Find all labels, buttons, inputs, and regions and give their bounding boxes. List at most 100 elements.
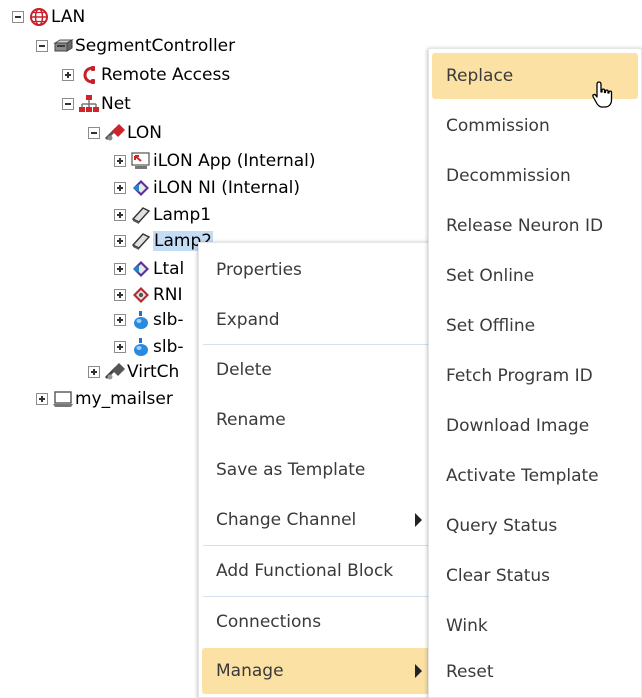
menu-item-label: Delete — [216, 360, 272, 380]
menu-separator — [203, 545, 429, 546]
expand-toggle[interactable] — [114, 341, 126, 353]
menu-item-label: Clear Status — [446, 566, 551, 586]
phone-icon — [78, 65, 100, 85]
lamp-icon — [130, 231, 152, 251]
menu-separator — [203, 596, 429, 597]
menu-item-label: Activate Template — [446, 466, 599, 486]
tree-node-lamp1[interactable]: Lamp1 — [114, 204, 211, 226]
ni-device-icon — [130, 178, 152, 198]
menu-item-label: Decommission — [446, 166, 571, 186]
tree-node-slb-1[interactable]: slb- — [114, 309, 184, 331]
tree-node-label: my_mailser — [75, 389, 173, 409]
lon-channel-icon — [104, 123, 126, 143]
menu-item-rename[interactable]: Rename — [202, 397, 430, 443]
menu-item-label: Manage — [216, 661, 284, 681]
tree-node-net[interactable]: Net — [62, 93, 131, 115]
menu-item-label: Connections — [216, 612, 322, 632]
tree-node-label: Ltal — [153, 259, 185, 279]
expand-toggle[interactable] — [88, 366, 100, 378]
menu-item-properties[interactable]: Properties — [202, 247, 430, 293]
submenu-item-clear-status[interactable]: Clear Status — [432, 553, 638, 599]
expand-toggle[interactable] — [62, 69, 74, 81]
expand-toggle[interactable] — [114, 263, 126, 275]
tree-node-lan[interactable]: LAN — [12, 6, 85, 28]
menu-item-label: Properties — [216, 260, 302, 280]
controller-icon — [52, 36, 74, 56]
tree-node-label: LAN — [51, 7, 86, 27]
menu-item-save-as-template[interactable]: Save as Template — [202, 447, 430, 493]
submenu-arrow-icon — [415, 513, 422, 527]
context-menu: Properties Expand Delete Rename Save as … — [198, 242, 434, 698]
menu-item-delete[interactable]: Delete — [202, 347, 430, 393]
expand-toggle[interactable] — [114, 155, 126, 167]
menu-item-label: Save as Template — [216, 460, 366, 480]
tree-node-label: iLON NI (Internal) — [153, 178, 301, 198]
tree-node-label: SegmentController — [75, 36, 236, 56]
tree-node-lon[interactable]: LON — [88, 122, 162, 144]
slb-device-icon — [130, 310, 152, 330]
submenu-item-activate-template[interactable]: Activate Template — [432, 453, 638, 499]
tree-node-ilon-app[interactable]: iLON App (Internal) — [114, 150, 316, 172]
expand-toggle[interactable] — [114, 182, 126, 194]
menu-item-label: Commission — [446, 116, 550, 136]
expand-toggle[interactable] — [114, 314, 126, 326]
expand-toggle[interactable] — [114, 235, 126, 247]
slb-device-icon — [130, 337, 152, 357]
tree-node-ltal[interactable]: Ltal — [114, 258, 184, 280]
menu-item-label: Download Image — [446, 416, 590, 436]
tree-node-slb-2[interactable]: slb- — [114, 336, 184, 358]
menu-item-label: Set Online — [446, 266, 535, 286]
hand-pointer-cursor-icon — [590, 80, 618, 110]
tree-node-remote-access[interactable]: Remote Access — [62, 64, 230, 86]
menu-item-manage[interactable]: Manage — [202, 648, 430, 694]
menu-item-label: Release Neuron ID — [446, 216, 604, 236]
tree-node-rni[interactable]: RNI — [114, 284, 183, 306]
menu-item-label: Add Functional Block — [216, 561, 394, 581]
virtual-channel-icon — [104, 362, 126, 382]
network-icon — [78, 94, 100, 114]
menu-separator — [203, 344, 429, 345]
submenu-arrow-icon — [415, 664, 422, 678]
submenu-item-wink[interactable]: Wink — [432, 603, 638, 649]
collapse-toggle[interactable] — [62, 98, 74, 110]
expand-toggle[interactable] — [114, 209, 126, 221]
submenu-item-set-online[interactable]: Set Online — [432, 253, 638, 299]
menu-item-label: Rename — [216, 410, 286, 430]
menu-item-label: Fetch Program ID — [446, 366, 593, 386]
tree-node-label: Remote Access — [101, 65, 231, 85]
tree-node-my-mailser[interactable]: my_mailser — [36, 388, 173, 410]
globe-icon — [28, 7, 50, 27]
submenu-item-query-status[interactable]: Query Status — [432, 503, 638, 549]
tree-node-label: Net — [101, 94, 131, 114]
collapse-toggle[interactable] — [88, 127, 100, 139]
tree-node-segmentcontroller[interactable]: SegmentController — [36, 35, 235, 57]
app-device-icon — [130, 151, 152, 171]
expand-toggle[interactable] — [114, 289, 126, 301]
menu-item-label: Set Offline — [446, 316, 536, 336]
submenu-item-set-offline[interactable]: Set Offline — [432, 303, 638, 349]
expand-toggle[interactable] — [36, 393, 48, 405]
tree-node-label: slb- — [153, 337, 184, 357]
menu-item-add-functional-block[interactable]: Add Functional Block — [202, 548, 430, 594]
submenu-item-download-image[interactable]: Download Image — [432, 403, 638, 449]
submenu-item-fetch-program-id[interactable]: Fetch Program ID — [432, 353, 638, 399]
tree-node-virtch[interactable]: VirtCh — [88, 361, 179, 383]
menu-item-label: Change Channel — [216, 510, 357, 530]
submenu-item-reset[interactable]: Reset — [432, 649, 638, 695]
menu-item-expand[interactable]: Expand — [202, 297, 430, 343]
tree-node-label: slb- — [153, 310, 184, 330]
manage-submenu: Replace Commission Decommission Release … — [428, 48, 642, 698]
menu-item-change-channel[interactable]: Change Channel — [202, 497, 430, 543]
submenu-item-release-neuron-id[interactable]: Release Neuron ID — [432, 203, 638, 249]
tree-node-ilon-ni[interactable]: iLON NI (Internal) — [114, 177, 300, 199]
tree-node-label: LON — [127, 123, 162, 143]
menu-item-label: Expand — [216, 310, 280, 330]
collapse-toggle[interactable] — [12, 11, 24, 23]
submenu-item-decommission[interactable]: Decommission — [432, 153, 638, 199]
laptop-icon — [52, 389, 74, 409]
menu-item-label: Replace — [446, 66, 514, 86]
rni-icon — [130, 285, 152, 305]
lamp-icon — [130, 205, 152, 225]
menu-item-connections[interactable]: Connections — [202, 599, 430, 645]
collapse-toggle[interactable] — [36, 40, 48, 52]
